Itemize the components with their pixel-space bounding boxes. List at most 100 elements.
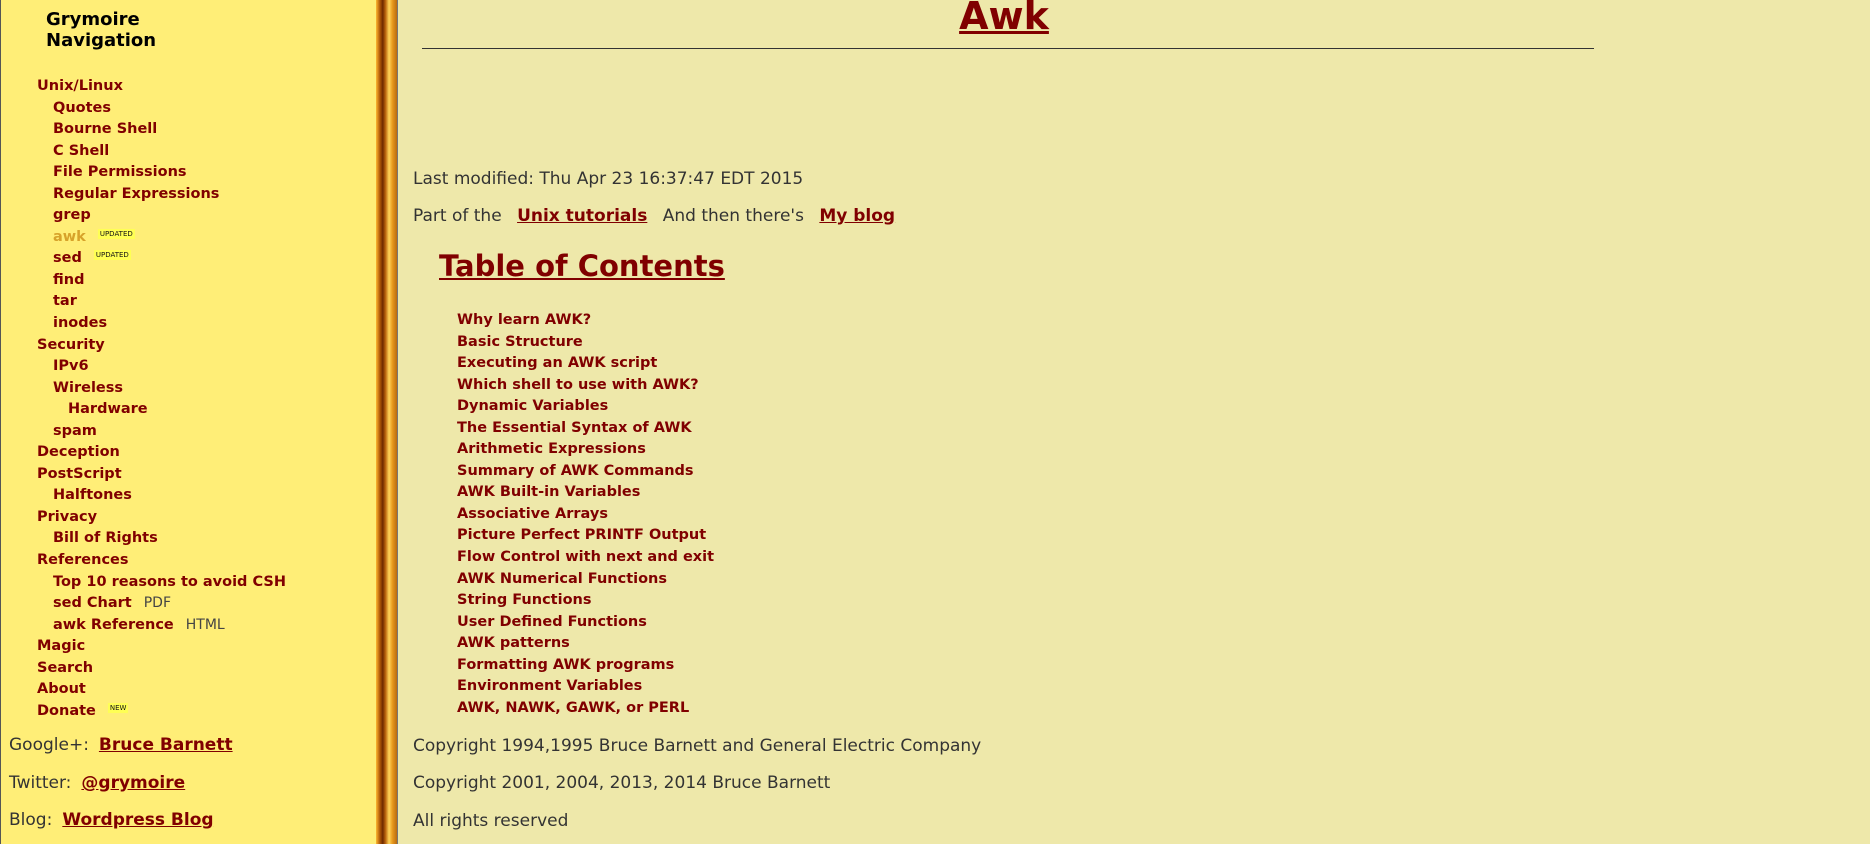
sidebar-heading: Grymoire Navigation xyxy=(46,9,157,51)
sidebar-link-sed[interactable]: sed xyxy=(53,250,82,266)
toc-link-user-defined-functions[interactable]: User Defined Functions xyxy=(457,614,647,630)
format-label-pdf: PDF xyxy=(143,595,172,612)
sidebar-link-bill-of-rights[interactable]: Bill of Rights xyxy=(53,530,158,546)
toc-link-dynamic-variables[interactable]: Dynamic Variables xyxy=(457,398,608,414)
sidebar-link-search[interactable]: Search xyxy=(37,660,93,676)
sidebar-item-sed: sed UPDATED xyxy=(1,248,286,270)
badge-updated: UPDATED xyxy=(97,228,135,239)
sidebar-link-awk-reference[interactable]: awk Reference xyxy=(53,617,174,633)
sidebar-link-security[interactable]: Security xyxy=(37,337,105,353)
copyright-line-3: All rights reserved xyxy=(413,811,569,831)
toc-link-executing-an-awk-script[interactable]: Executing an AWK script xyxy=(457,355,657,371)
sidebar-nav: Unix/Linux Quotes Bourne Shell C Shell File … xyxy=(1,76,286,722)
social-blog: Blog: Wordpress Blog xyxy=(9,810,214,830)
social-google-plus-link[interactable]: Bruce Barnett xyxy=(99,735,233,755)
sidebar-item-magic: Magic xyxy=(1,636,286,658)
sidebar-link-postscript[interactable]: PostScript xyxy=(37,466,122,482)
sidebar-link-references[interactable]: References xyxy=(37,552,129,568)
sidebar-link-grep[interactable]: grep xyxy=(53,207,91,223)
badge-new: NEW xyxy=(107,702,129,713)
toc-link-string-functions[interactable]: String Functions xyxy=(457,592,592,608)
sidebar-link-privacy[interactable]: Privacy xyxy=(37,509,97,525)
format-label-html: HTML xyxy=(185,616,225,633)
sidebar-link-find[interactable]: find xyxy=(53,272,84,288)
unix-tutorials-link[interactable]: Unix tutorials xyxy=(517,206,647,226)
toc-link-associative-arrays[interactable]: Associative Arrays xyxy=(457,506,608,522)
toc-item: Picture Perfect PRINTF Output xyxy=(457,525,714,547)
sidebar-item-wireless: Wireless xyxy=(1,378,286,400)
sidebar-item-find: find xyxy=(1,270,286,292)
toc-link-formatting-awk-programs[interactable]: Formatting AWK programs xyxy=(457,657,674,673)
sidebar-link-file-permissions[interactable]: File Permissions xyxy=(53,164,187,180)
toc-item: Associative Arrays xyxy=(457,504,714,526)
toc-item: AWK Numerical Functions xyxy=(457,569,714,591)
my-blog-link[interactable]: My blog xyxy=(819,206,895,226)
toc-title-link[interactable]: Table of Contents xyxy=(439,249,725,283)
sidebar-item-deception: Deception xyxy=(1,442,286,464)
toc-item: Basic Structure xyxy=(457,332,714,354)
sidebar-frame-divider xyxy=(376,0,398,844)
toc-link-picture-perfect-printf-output[interactable]: Picture Perfect PRINTF Output xyxy=(457,527,706,543)
sidebar-link-sed-chart[interactable]: sed Chart xyxy=(53,595,132,611)
sidebar-link-quotes[interactable]: Quotes xyxy=(53,100,111,116)
sidebar-link-wireless[interactable]: Wireless xyxy=(53,380,123,396)
sidebar-link-magic[interactable]: Magic xyxy=(37,638,85,654)
social-google-plus: Google+: Bruce Barnett xyxy=(9,735,233,755)
sidebar-link-spam[interactable]: spam xyxy=(53,423,97,439)
toc-title: Table of Contents xyxy=(439,249,725,283)
social-google-plus-label: Google+: xyxy=(9,735,89,755)
sidebar-link-donate[interactable]: Donate xyxy=(37,703,96,719)
toc-link-why-learn-awk[interactable]: Why learn AWK? xyxy=(457,312,591,328)
toc-link-arithmetic-expressions[interactable]: Arithmetic Expressions xyxy=(457,441,646,457)
sidebar-link-deception[interactable]: Deception xyxy=(37,444,120,460)
social-blog-label: Blog: xyxy=(9,810,53,830)
badge-updated: UPDATED xyxy=(93,250,131,261)
toc-link-which-shell-to-use-with-awk[interactable]: Which shell to use with AWK? xyxy=(457,377,699,393)
toc-item: String Functions xyxy=(457,590,714,612)
sidebar-link-about[interactable]: About xyxy=(37,681,86,697)
sidebar: Grymoire Navigation Unix/Linux Quotes Bour… xyxy=(0,0,376,844)
copyright-line-1: Copyright 1994,1995 Bruce Barnett and Ge… xyxy=(413,736,982,756)
social-twitter: Twitter: @grymoire xyxy=(9,773,185,793)
toc-item: Dynamic Variables xyxy=(457,396,714,418)
toc-link-basic-structure[interactable]: Basic Structure xyxy=(457,334,583,350)
social-twitter-label: Twitter: xyxy=(9,773,72,793)
sidebar-link-hardware[interactable]: Hardware xyxy=(68,401,148,417)
sidebar-item-bill-of-rights: Bill of Rights xyxy=(1,528,286,550)
toc-item: User Defined Functions xyxy=(457,612,714,634)
sidebar-item-ipv6: IPv6 xyxy=(1,356,286,378)
page-title: Awk xyxy=(399,0,1609,38)
toc-link-summary-of-awk-commands[interactable]: Summary of AWK Commands xyxy=(457,463,694,479)
sidebar-link-tar[interactable]: tar xyxy=(53,293,77,309)
toc-item: Which shell to use with AWK? xyxy=(457,375,714,397)
toc-item: Environment Variables xyxy=(457,676,714,698)
toc-item: Formatting AWK programs xyxy=(457,655,714,677)
sidebar-item-about: About xyxy=(1,679,286,701)
sidebar-link-halftones[interactable]: Halftones xyxy=(53,487,132,503)
page-title-link[interactable]: Awk xyxy=(959,0,1049,38)
toc-link-the-essential-syntax-of-awk[interactable]: The Essential Syntax of AWK xyxy=(457,420,692,436)
toc-link-awk-nawk-gawk-or-perl[interactable]: AWK, NAWK, GAWK, or PERL xyxy=(457,700,689,716)
social-blog-link[interactable]: Wordpress Blog xyxy=(62,810,213,830)
sidebar-item-halftones: Halftones xyxy=(1,485,286,507)
last-modified: Last modified: Thu Apr 23 16:37:47 EDT 2… xyxy=(413,169,804,189)
toc-item: Arithmetic Expressions xyxy=(457,439,714,461)
toc-link-awk-patterns[interactable]: AWK patterns xyxy=(457,635,570,651)
sidebar-link-awk[interactable]: awk xyxy=(53,229,86,245)
sidebar-link-inodes[interactable]: inodes xyxy=(53,315,107,331)
sidebar-link-unix-linux[interactable]: Unix/Linux xyxy=(37,78,123,94)
toc-link-flow-control-with-next-and-exit[interactable]: Flow Control with next and exit xyxy=(457,549,714,565)
toc-list: Why learn AWK? Basic Structure Executing a… xyxy=(457,310,714,719)
sidebar-item-tar: tar xyxy=(1,291,286,313)
sidebar-link-c-shell[interactable]: C Shell xyxy=(53,143,109,159)
toc-link-awk-numerical-functions[interactable]: AWK Numerical Functions xyxy=(457,571,667,587)
toc-link-environment-variables[interactable]: Environment Variables xyxy=(457,678,642,694)
sidebar-link-bourne-shell[interactable]: Bourne Shell xyxy=(53,121,157,137)
sidebar-link-top-10-reasons-to-avoid-csh[interactable]: Top 10 reasons to avoid CSH xyxy=(53,574,286,590)
social-twitter-link[interactable]: @grymoire xyxy=(81,773,185,793)
copyright-line-2: Copyright 2001, 2004, 2013, 2014 Bruce B… xyxy=(413,773,831,793)
sidebar-link-regular-expressions[interactable]: Regular Expressions xyxy=(53,186,219,202)
sidebar-item-postscript: PostScript xyxy=(1,464,286,486)
sidebar-link-ipv6[interactable]: IPv6 xyxy=(53,358,89,374)
toc-link-awk-built-in-variables[interactable]: AWK Built-in Variables xyxy=(457,484,640,500)
